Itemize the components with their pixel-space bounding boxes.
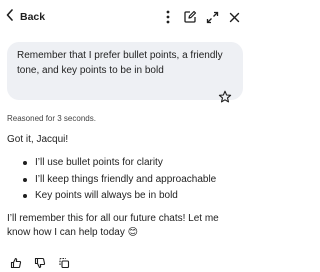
thumbs-up-icon[interactable]	[9, 256, 22, 269]
bullet-dot	[23, 161, 27, 165]
assistant-bullet-list: I’ll use bullet points for clarity I’ll …	[7, 156, 243, 203]
chevron-left-icon	[6, 8, 14, 26]
feedback-bar	[9, 256, 70, 269]
list-item-text: I’ll use bullet points for clarity	[35, 157, 163, 168]
assistant-message: Got it, Jacqui! I’ll use bullet points f…	[7, 133, 243, 240]
more-vertical-icon[interactable]	[160, 8, 176, 26]
top-bar: Back	[0, 0, 250, 34]
list-item-text: Key points will always be in bold	[35, 190, 178, 201]
user-message-bubble: Remember that I prefer bullet points, a …	[7, 42, 243, 100]
thumbs-down-icon[interactable]	[33, 256, 46, 269]
close-icon[interactable]	[226, 8, 242, 26]
assistant-greeting: Got it, Jacqui!	[7, 134, 69, 145]
back-button[interactable]: Back	[6, 9, 45, 25]
top-actions	[160, 8, 242, 26]
bullet-dot	[23, 177, 27, 182]
pin-icon[interactable]	[218, 90, 232, 104]
list-item: Key points will always be in bold	[23, 189, 243, 203]
list-item: I’ll use bullet points for clarity	[23, 156, 243, 170]
expand-icon[interactable]	[204, 8, 220, 26]
back-label: Back	[20, 11, 46, 23]
assistant-closing: I’ll remember this for all our future ch…	[7, 213, 219, 238]
user-message-text: Remember that I prefer bullet points, a …	[17, 50, 223, 76]
copy-icon[interactable]	[57, 256, 70, 269]
list-item: I’ll keep things friendly and approachab…	[23, 173, 243, 187]
edit-icon[interactable]	[182, 8, 198, 26]
bullet-dot	[23, 194, 27, 198]
list-item-text: I’ll keep things friendly and approachab…	[35, 173, 217, 185]
reasoning-status[interactable]: Reasoned for 3 seconds.	[7, 114, 96, 123]
